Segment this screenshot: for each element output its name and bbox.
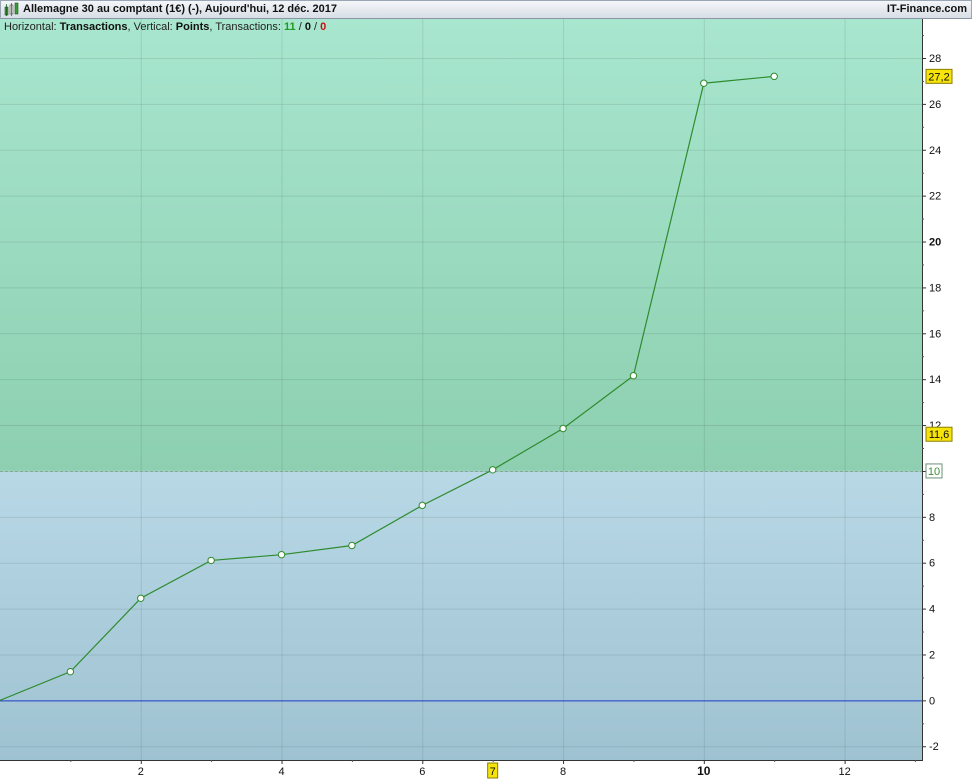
data-point <box>66 667 75 676</box>
transactions-sep2: / <box>311 21 320 33</box>
y-axis-area <box>922 19 972 780</box>
x-tick-label: 12 <box>838 766 850 778</box>
last-value-label: 27,2 <box>928 71 949 83</box>
data-point <box>629 372 638 380</box>
x-axis-area <box>0 760 972 780</box>
data-point <box>348 541 356 550</box>
x-tick-label: 8 <box>560 766 566 778</box>
data-point <box>137 594 145 602</box>
x-tick-label: 6 <box>419 766 425 778</box>
x-marker-label: 7 <box>490 766 496 778</box>
window-title: Allemagne 30 au comptant (1€) (-), Aujou… <box>23 3 337 15</box>
y-tick-label: 4 <box>929 604 935 616</box>
x-tick-label: 2 <box>138 766 144 778</box>
x-tick-label: 10 <box>697 764 711 778</box>
equity-chart: -20246810121416182022242628 24681012 27,… <box>0 19 972 780</box>
y-tick-label: 8 <box>929 512 935 524</box>
horizontal-label: Horizontal: <box>4 21 60 33</box>
data-point <box>488 466 497 474</box>
transactions-loss: 0 <box>320 21 326 33</box>
data-point <box>559 424 567 433</box>
below-threshold-zone <box>0 470 922 760</box>
threshold-label: 10 <box>928 466 940 478</box>
y-tick-label: 24 <box>929 145 941 157</box>
y-tick-label: 14 <box>929 374 941 386</box>
candlestick-chart-icon <box>4 2 19 16</box>
transactions-win: 11 <box>284 21 296 33</box>
y-tick-label: 2 <box>929 649 935 661</box>
vertical-label: , Vertical: <box>128 21 176 33</box>
horizontal-value: Transactions <box>60 21 128 33</box>
title-bar: Allemagne 30 au comptant (1€) (-), Aujou… <box>0 0 972 19</box>
data-point <box>418 501 426 510</box>
y-tick-label: 6 <box>929 558 935 570</box>
y-tick-label: 0 <box>929 695 935 707</box>
y-tick-label: 26 <box>929 99 941 111</box>
data-point <box>700 79 708 87</box>
y-tick-label: 16 <box>929 328 941 340</box>
y-tick-label: 20 <box>929 237 941 249</box>
brand-label[interactable]: IT-Finance.com <box>887 3 967 15</box>
info-bar: Horizontal: Transactions, Vertical: Poin… <box>4 21 326 33</box>
data-point <box>207 556 215 565</box>
vertical-value: Points <box>176 21 210 33</box>
transactions-label: , Transactions: <box>209 21 284 33</box>
marker-value-label: 11,6 <box>929 429 950 441</box>
transactions-sep1: / <box>296 21 305 33</box>
x-tick-label: 4 <box>278 766 284 778</box>
y-tick-label: -2 <box>929 741 939 753</box>
above-threshold-zone <box>0 19 922 471</box>
data-point <box>277 550 286 559</box>
y-tick-label: 22 <box>929 191 941 203</box>
data-point <box>770 72 778 81</box>
y-tick-label: 18 <box>929 282 941 294</box>
y-tick-label: 28 <box>929 53 941 65</box>
